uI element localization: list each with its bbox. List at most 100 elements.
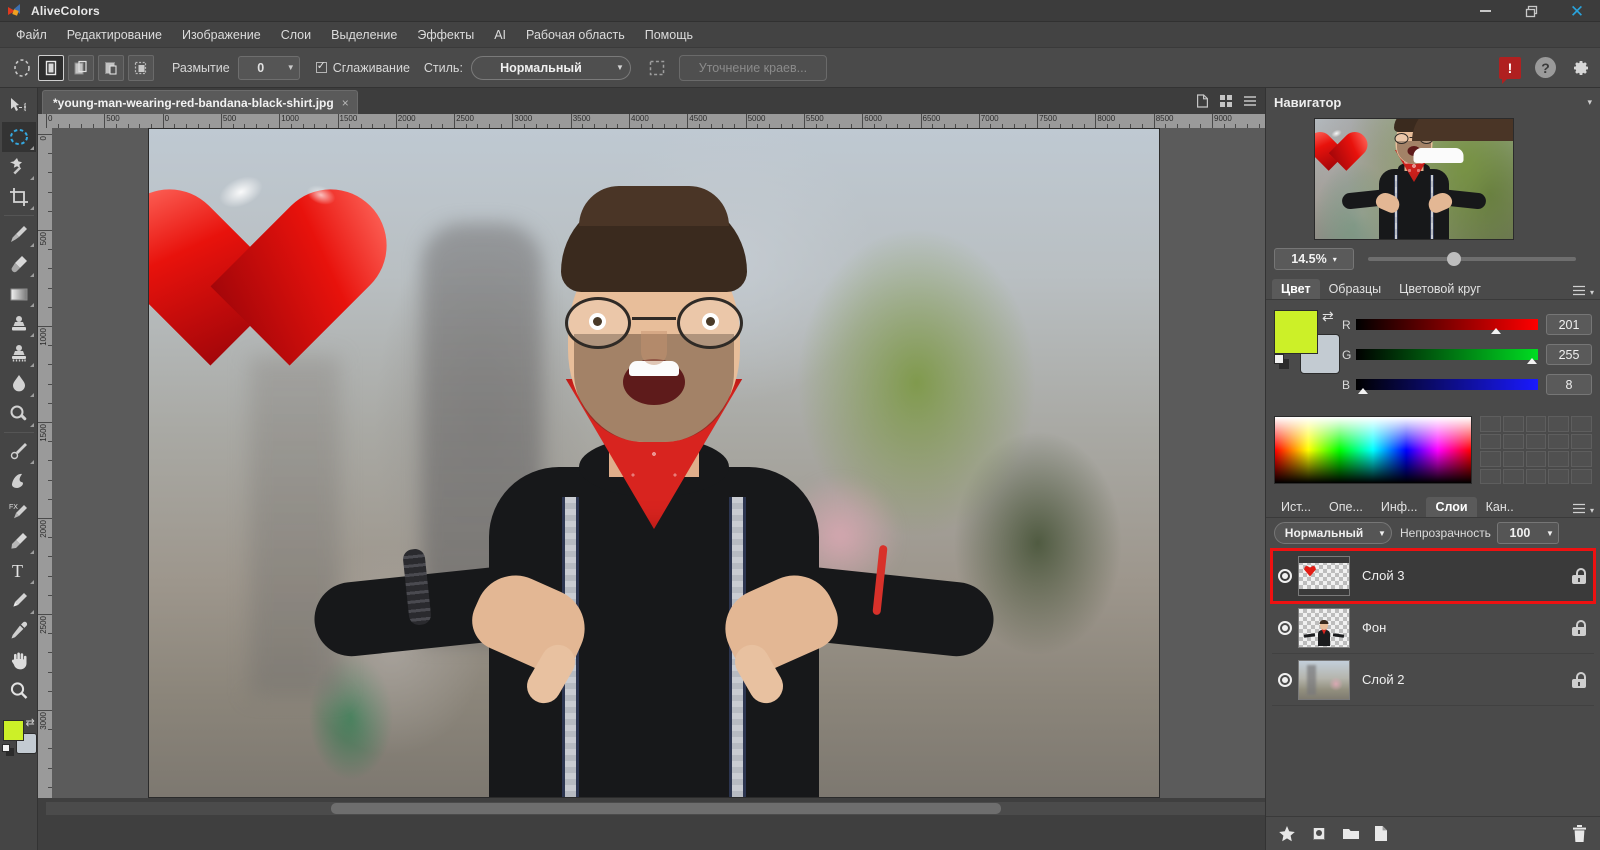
swatch-cell[interactable]: [1480, 451, 1501, 467]
clone-stamp-tool[interactable]: [2, 309, 36, 339]
swatch-cell[interactable]: [1502, 451, 1524, 467]
swatch-cell[interactable]: [1480, 468, 1501, 484]
new-layer-icon[interactable]: [1374, 825, 1388, 842]
delete-layer-icon[interactable]: [1572, 825, 1587, 842]
tab-swatches[interactable]: Образцы: [1320, 279, 1391, 299]
add-to-selection-button[interactable]: [68, 54, 94, 81]
swatch-cell[interactable]: [1525, 468, 1547, 484]
layer-lock-icon[interactable]: [1572, 671, 1586, 688]
document-tab[interactable]: *young-man-wearing-red-bandana-black-shi…: [42, 90, 358, 114]
swatch-cell[interactable]: [1525, 433, 1547, 449]
menu-help[interactable]: Помощь: [635, 24, 703, 46]
blur-tool[interactable]: [2, 369, 36, 399]
magic-wand-tool[interactable]: [2, 152, 36, 182]
panel-reset-colors-icon[interactable]: [1274, 354, 1290, 370]
crop-tool[interactable]: [2, 182, 36, 212]
swatch-cell[interactable]: [1571, 451, 1592, 467]
smudge-tool[interactable]: [2, 466, 36, 496]
close-button[interactable]: ✕: [1554, 0, 1600, 22]
swatch-cell[interactable]: [1571, 468, 1592, 484]
swatch-cell[interactable]: [1548, 433, 1570, 449]
canvas-horizontal-scrollbar[interactable]: [46, 802, 1265, 815]
tab-operations[interactable]: Опе...: [1320, 497, 1372, 517]
layer-mask-icon[interactable]: [1310, 825, 1328, 843]
menu-file[interactable]: Файл: [6, 24, 57, 46]
text-tool[interactable]: T: [2, 556, 36, 586]
color-swatches[interactable]: ⇄: [1, 716, 37, 768]
channel-g-value[interactable]: 255: [1546, 344, 1592, 365]
zoom-tool[interactable]: [2, 676, 36, 706]
opacity-input[interactable]: 100 ▼: [1496, 522, 1559, 544]
restore-button[interactable]: [1508, 0, 1554, 22]
tile-view-icon[interactable]: [1219, 94, 1233, 110]
sharpen-tool[interactable]: [2, 436, 36, 466]
help-icon[interactable]: ?: [1535, 57, 1556, 78]
tab-channels[interactable]: Кан..: [1477, 497, 1523, 517]
canvas-area[interactable]: [52, 128, 1265, 798]
tab-history[interactable]: Ист...: [1272, 497, 1320, 517]
alert-icon[interactable]: !: [1499, 56, 1521, 84]
feather-input[interactable]: 0 ▼: [237, 55, 300, 80]
document-canvas[interactable]: [148, 128, 1160, 798]
move-tool[interactable]: [2, 92, 36, 122]
brush-tool[interactable]: [2, 219, 36, 249]
swap-colors-icon[interactable]: ⇄: [26, 716, 35, 729]
new-selection-button[interactable]: [38, 54, 64, 81]
navigator-collapse-icon[interactable]: ▾: [1587, 97, 1592, 108]
layer-visibility-toggle[interactable]: [1272, 620, 1298, 635]
channel-r-value[interactable]: 201: [1546, 314, 1592, 335]
subtract-from-selection-button[interactable]: [98, 54, 124, 81]
hand-tool[interactable]: [2, 646, 36, 676]
style-select[interactable]: Нормальный ▼: [470, 55, 631, 80]
hamburger-icon[interactable]: [1572, 285, 1585, 299]
zoom-slider[interactable]: [1368, 252, 1576, 266]
tab-info[interactable]: Инф...: [1372, 497, 1427, 517]
refine-edges-button[interactable]: Уточнение краев...: [678, 54, 827, 81]
swatch-cell[interactable]: [1502, 468, 1524, 484]
menu-ai[interactable]: AI: [484, 24, 516, 46]
layer-lock-icon[interactable]: [1572, 619, 1586, 636]
elliptical-selection-tool[interactable]: [1, 122, 36, 152]
swatch-cell[interactable]: [1525, 451, 1547, 467]
channel-b-slider[interactable]: [1356, 379, 1538, 394]
eraser-tool[interactable]: [2, 249, 36, 279]
layer-visibility-toggle[interactable]: [1272, 672, 1298, 687]
layer-lock-icon[interactable]: [1572, 567, 1586, 584]
blend-mode-select[interactable]: Нормальный ▼: [1274, 522, 1392, 544]
foreground-color-swatch[interactable]: [2, 720, 24, 741]
color-panel-menu[interactable]: ▾: [1572, 285, 1594, 299]
tab-layers[interactable]: Слои: [1426, 497, 1477, 517]
pattern-stamp-tool[interactable]: [2, 339, 36, 369]
panel-foreground-color-swatch[interactable]: [1274, 310, 1318, 354]
antialias-checkbox[interactable]: Сглаживание: [315, 59, 410, 75]
channel-r-slider[interactable]: [1356, 319, 1538, 334]
layer-row[interactable]: Фон: [1272, 602, 1594, 654]
navigator-thumbnail[interactable]: [1314, 118, 1514, 240]
menu-workspace[interactable]: Рабочая область: [516, 24, 635, 46]
swatch-cell[interactable]: [1571, 416, 1592, 432]
menu-effects[interactable]: Эффекты: [407, 24, 484, 46]
marker-tool[interactable]: [2, 526, 36, 556]
zoom-level-select[interactable]: 14.5% ▾: [1274, 248, 1354, 270]
layer-effects-icon[interactable]: [1278, 825, 1296, 843]
swatch-cell[interactable]: [1480, 433, 1501, 449]
menu-selection[interactable]: Выделение: [321, 24, 407, 46]
swatch-grid[interactable]: [1480, 416, 1592, 484]
channel-b-value[interactable]: 8: [1546, 374, 1592, 395]
gradient-tool[interactable]: [2, 279, 36, 309]
layer-name[interactable]: Фон: [1362, 620, 1386, 635]
hamburger-icon[interactable]: [1572, 503, 1585, 517]
single-document-view-icon[interactable]: [1196, 94, 1209, 110]
swatch-cell[interactable]: [1548, 416, 1570, 432]
color-panel-chevron-down-icon[interactable]: ▾: [1590, 288, 1594, 297]
menu-image[interactable]: Изображение: [172, 24, 271, 46]
swatch-cell[interactable]: [1502, 416, 1524, 432]
zoom-slider-knob[interactable]: [1447, 252, 1462, 266]
layer-name[interactable]: Слой 2: [1362, 672, 1404, 687]
fx-brush-tool[interactable]: FX: [2, 496, 36, 526]
swatch-cell[interactable]: [1548, 468, 1570, 484]
swatch-cell[interactable]: [1571, 433, 1592, 449]
channel-g-slider[interactable]: [1356, 349, 1538, 364]
tab-color[interactable]: Цвет: [1272, 279, 1320, 299]
layer-name[interactable]: Слой 3: [1362, 568, 1404, 583]
